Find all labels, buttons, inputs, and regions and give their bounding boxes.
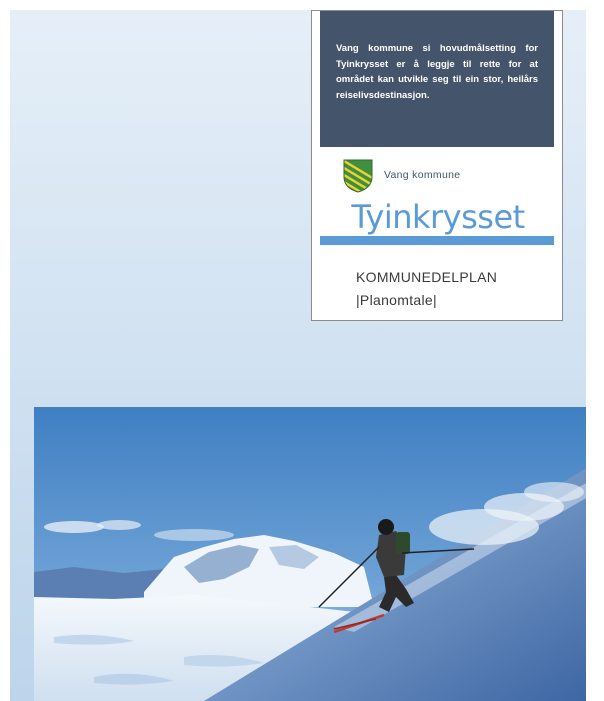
- plan-subtitle: |Planomtale|: [356, 292, 437, 308]
- coat-of-arms-shield-icon: [343, 159, 373, 193]
- title-accent-bar: [320, 236, 554, 245]
- summary-box: Vang kommune si hovudmålsetting for Tyin…: [320, 11, 554, 147]
- document-title: Tyinkrysset: [351, 198, 525, 236]
- cover-photo: [34, 407, 586, 701]
- skier-photo-image: [34, 407, 586, 701]
- summary-text: Vang kommune si hovudmålsetting for Tyin…: [336, 43, 538, 101]
- title-card: Vang kommune si hovudmålsetting for Tyin…: [311, 10, 563, 321]
- cover-page: Vang kommune si hovudmålsetting for Tyin…: [10, 10, 586, 701]
- municipality-name: Vang kommune: [384, 169, 461, 181]
- plan-type: KOMMUNEDELPLAN: [356, 269, 498, 285]
